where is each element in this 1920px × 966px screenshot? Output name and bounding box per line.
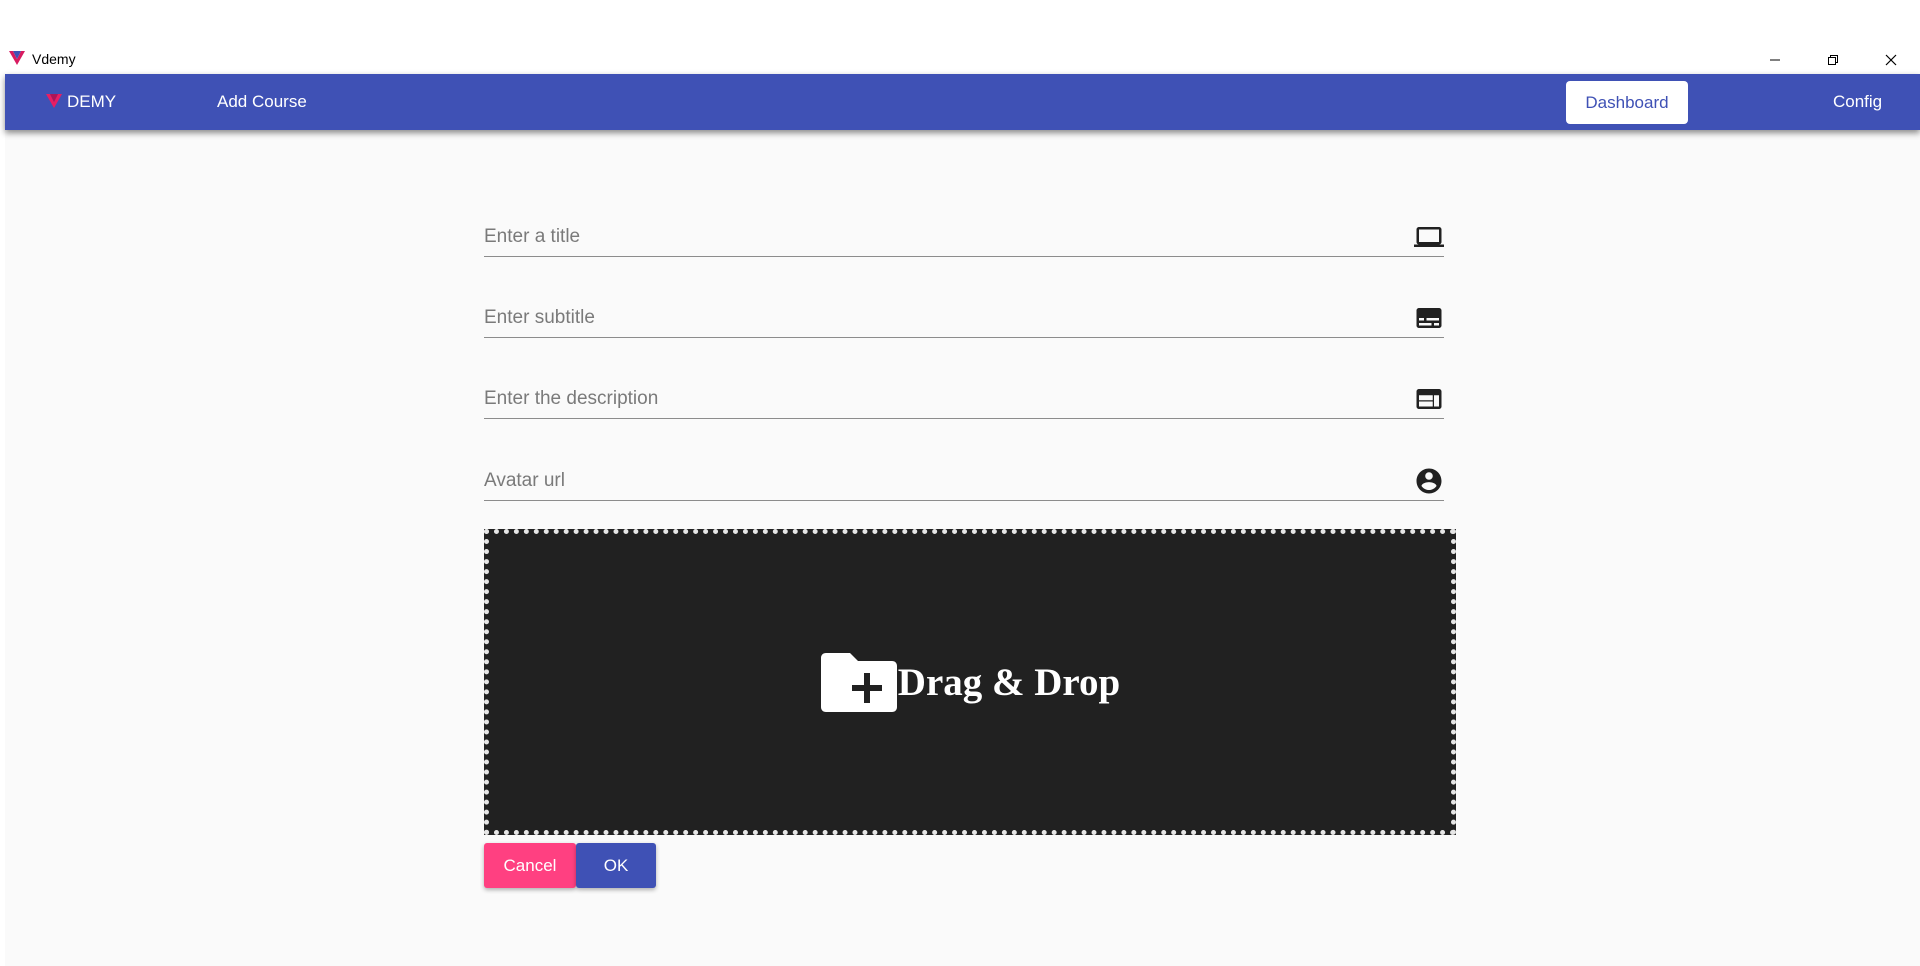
minimize-icon <box>1770 59 1780 61</box>
description-field <box>484 370 1444 419</box>
window-titlebar: Vdemy <box>0 46 1920 74</box>
avatar-url-input[interactable] <box>484 468 1384 494</box>
web-layout-icon <box>1416 389 1442 409</box>
drag-drop-label: Drag & Drop <box>897 660 1121 704</box>
nav-config[interactable]: Config <box>1833 74 1882 130</box>
restore-icon <box>1828 55 1838 65</box>
app-logo-icon <box>9 51 25 65</box>
avatar-url-field <box>484 452 1444 501</box>
title-field <box>484 208 1444 257</box>
minimize-button[interactable] <box>1752 46 1798 74</box>
account-circle-icon <box>1416 468 1442 494</box>
window-title: Vdemy <box>32 51 76 67</box>
description-input[interactable] <box>484 386 1384 412</box>
create-new-folder-icon <box>820 653 897 712</box>
cancel-button[interactable]: Cancel <box>484 843 576 888</box>
brand-logo-icon <box>46 93 62 108</box>
nav-dashboard-button[interactable]: Dashboard <box>1566 81 1688 124</box>
nav-add-course[interactable]: Add Course <box>217 74 307 130</box>
subtitle-field <box>484 289 1444 338</box>
subtitles-icon <box>1416 308 1442 328</box>
laptop-icon <box>1414 227 1444 247</box>
brand-link[interactable]: DEMY <box>45 74 116 130</box>
title-input[interactable] <box>484 224 1384 250</box>
maximize-button[interactable] <box>1810 46 1856 74</box>
brand-text: DEMY <box>67 92 117 111</box>
top-navbar: DEMY Add Course Dashboard Config <box>5 74 1920 130</box>
app-content: DEMY Add Course Dashboard Config Enter a… <box>5 74 1920 966</box>
ok-button[interactable]: OK <box>576 843 656 888</box>
drag-drop-content: Drag & Drop <box>820 651 1120 713</box>
close-button[interactable] <box>1868 46 1914 74</box>
subtitle-input[interactable] <box>484 305 1384 331</box>
close-icon <box>1885 54 1897 66</box>
drag-drop-zone[interactable]: Drag & Drop <box>484 529 1456 835</box>
